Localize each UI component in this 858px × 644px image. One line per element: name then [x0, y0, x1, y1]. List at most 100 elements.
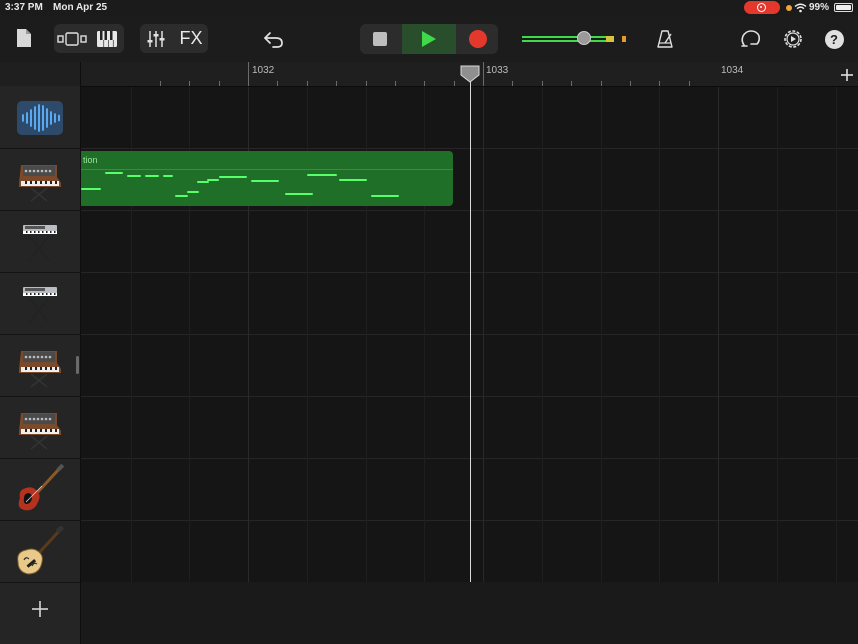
beat-grid-line [541, 87, 543, 582]
battery-percent: 99% [809, 2, 830, 13]
mic-in-use-indicator [786, 5, 792, 11]
analog-synth-icon [17, 405, 63, 451]
my-songs-button[interactable] [12, 26, 36, 50]
ruler-bar-line [483, 62, 484, 86]
midi-note[interactable] [175, 195, 188, 197]
loop-icon [741, 30, 761, 47]
playhead-handle[interactable] [460, 65, 480, 83]
ruler-tick [336, 81, 338, 86]
play-button[interactable] [402, 24, 456, 54]
midi-note[interactable] [207, 179, 219, 181]
bar-grid-line [483, 87, 484, 582]
analog-synth-icon [17, 343, 63, 389]
status-date: Mon Apr 25 [53, 2, 108, 13]
hollow-body-guitar-icon [14, 525, 66, 578]
midi-note[interactable] [371, 195, 399, 197]
ruler-tick [159, 81, 161, 86]
ruler-tick [541, 81, 543, 86]
ruler-tick [688, 81, 690, 86]
keyboard-view-button[interactable] [90, 24, 124, 53]
metronome-icon [657, 30, 673, 48]
ruler-tick [394, 81, 396, 86]
midi-note[interactable] [285, 193, 313, 195]
volume-meter-bottom [522, 40, 614, 42]
add-track-button[interactable] [28, 597, 52, 621]
midi-note[interactable] [105, 172, 123, 174]
stop-button[interactable] [360, 24, 400, 54]
track-header-keyboard-track-1[interactable] [0, 211, 80, 273]
track-header-synth-track-2[interactable] [0, 335, 80, 397]
keyboard-stand-icon [17, 219, 63, 265]
ruler-tick [659, 81, 661, 86]
question-icon: ? [824, 29, 844, 49]
midi-note[interactable] [339, 179, 367, 181]
waveform-icon [17, 100, 63, 135]
ruler-bar-line [248, 62, 249, 86]
track-header-synth-track-1[interactable] [0, 149, 80, 211]
tracks-view-button[interactable] [54, 24, 90, 53]
record-icon [757, 3, 766, 12]
midi-note[interactable] [81, 188, 101, 190]
status-time: 3:37 PM [5, 2, 43, 13]
beat-grid-line [659, 87, 661, 582]
midi-note[interactable] [307, 174, 337, 176]
help-button[interactable]: ? [822, 27, 846, 51]
ruler-tick [571, 81, 573, 86]
ruler-tick [453, 81, 455, 86]
analog-synth-icon [17, 157, 63, 203]
empty-track-area[interactable] [81, 582, 858, 644]
wifi-icon [794, 3, 807, 13]
record-button[interactable] [458, 24, 498, 54]
track-header-keyboard-track-2[interactable] [0, 273, 80, 335]
mixer-button[interactable] [140, 24, 172, 53]
keyboard-stand-icon [17, 281, 63, 327]
piano-keys-icon [97, 30, 117, 47]
volume-knob[interactable] [577, 31, 591, 45]
play-icon [422, 31, 436, 47]
plus-icon [841, 69, 853, 81]
battery-fill [836, 5, 851, 10]
tracks-view-icon [57, 31, 87, 46]
master-volume-slider[interactable] [522, 31, 634, 46]
playhead-line [470, 78, 471, 582]
settings-button[interactable] [780, 25, 806, 53]
beat-grid-line [776, 87, 778, 582]
midi-note[interactable] [145, 175, 159, 177]
screen-recording-indicator[interactable] [744, 1, 780, 14]
region-title: tion [83, 155, 98, 165]
midi-note[interactable] [219, 176, 247, 178]
undo-icon [264, 32, 283, 48]
ruler-tick [512, 81, 514, 86]
track-header-guitar-track[interactable] [0, 521, 80, 583]
midi-note[interactable] [163, 175, 173, 177]
fx-button[interactable]: FX [174, 24, 208, 53]
plus-icon [32, 601, 48, 617]
toolbar: FX ? [0, 16, 858, 62]
track-header-audio-recorder-track[interactable] [0, 87, 80, 149]
midi-note[interactable] [187, 191, 199, 193]
header-resize-handle[interactable] [76, 356, 79, 374]
ruler-tick [629, 81, 631, 86]
metronome-button[interactable] [652, 25, 678, 53]
bar-label-1032: 1032 [252, 65, 275, 76]
track-header-synth-track-3[interactable] [0, 397, 80, 459]
beat-grid-line [835, 87, 837, 582]
midi-note[interactable] [197, 181, 209, 183]
stop-icon [373, 32, 387, 46]
midi-note[interactable] [251, 180, 279, 182]
volume-meter-peak [606, 36, 614, 42]
undo-button[interactable] [260, 25, 288, 53]
region-divider [81, 169, 453, 170]
loop-browser-button[interactable] [738, 25, 764, 53]
ruler-tick [189, 81, 191, 86]
midi-region[interactable]: tion [81, 151, 453, 206]
midi-note[interactable] [127, 175, 141, 177]
status-bar: 3:37 PM Mon Apr 25 99% [0, 0, 858, 16]
track-header-bass-track[interactable] [0, 459, 80, 521]
headers-ruler-spacer [0, 62, 80, 86]
volume-meter-clip [622, 36, 626, 42]
add-section-button[interactable] [838, 66, 856, 84]
ruler-tick [424, 81, 426, 86]
record-icon [469, 30, 487, 48]
battery-icon [834, 3, 853, 12]
